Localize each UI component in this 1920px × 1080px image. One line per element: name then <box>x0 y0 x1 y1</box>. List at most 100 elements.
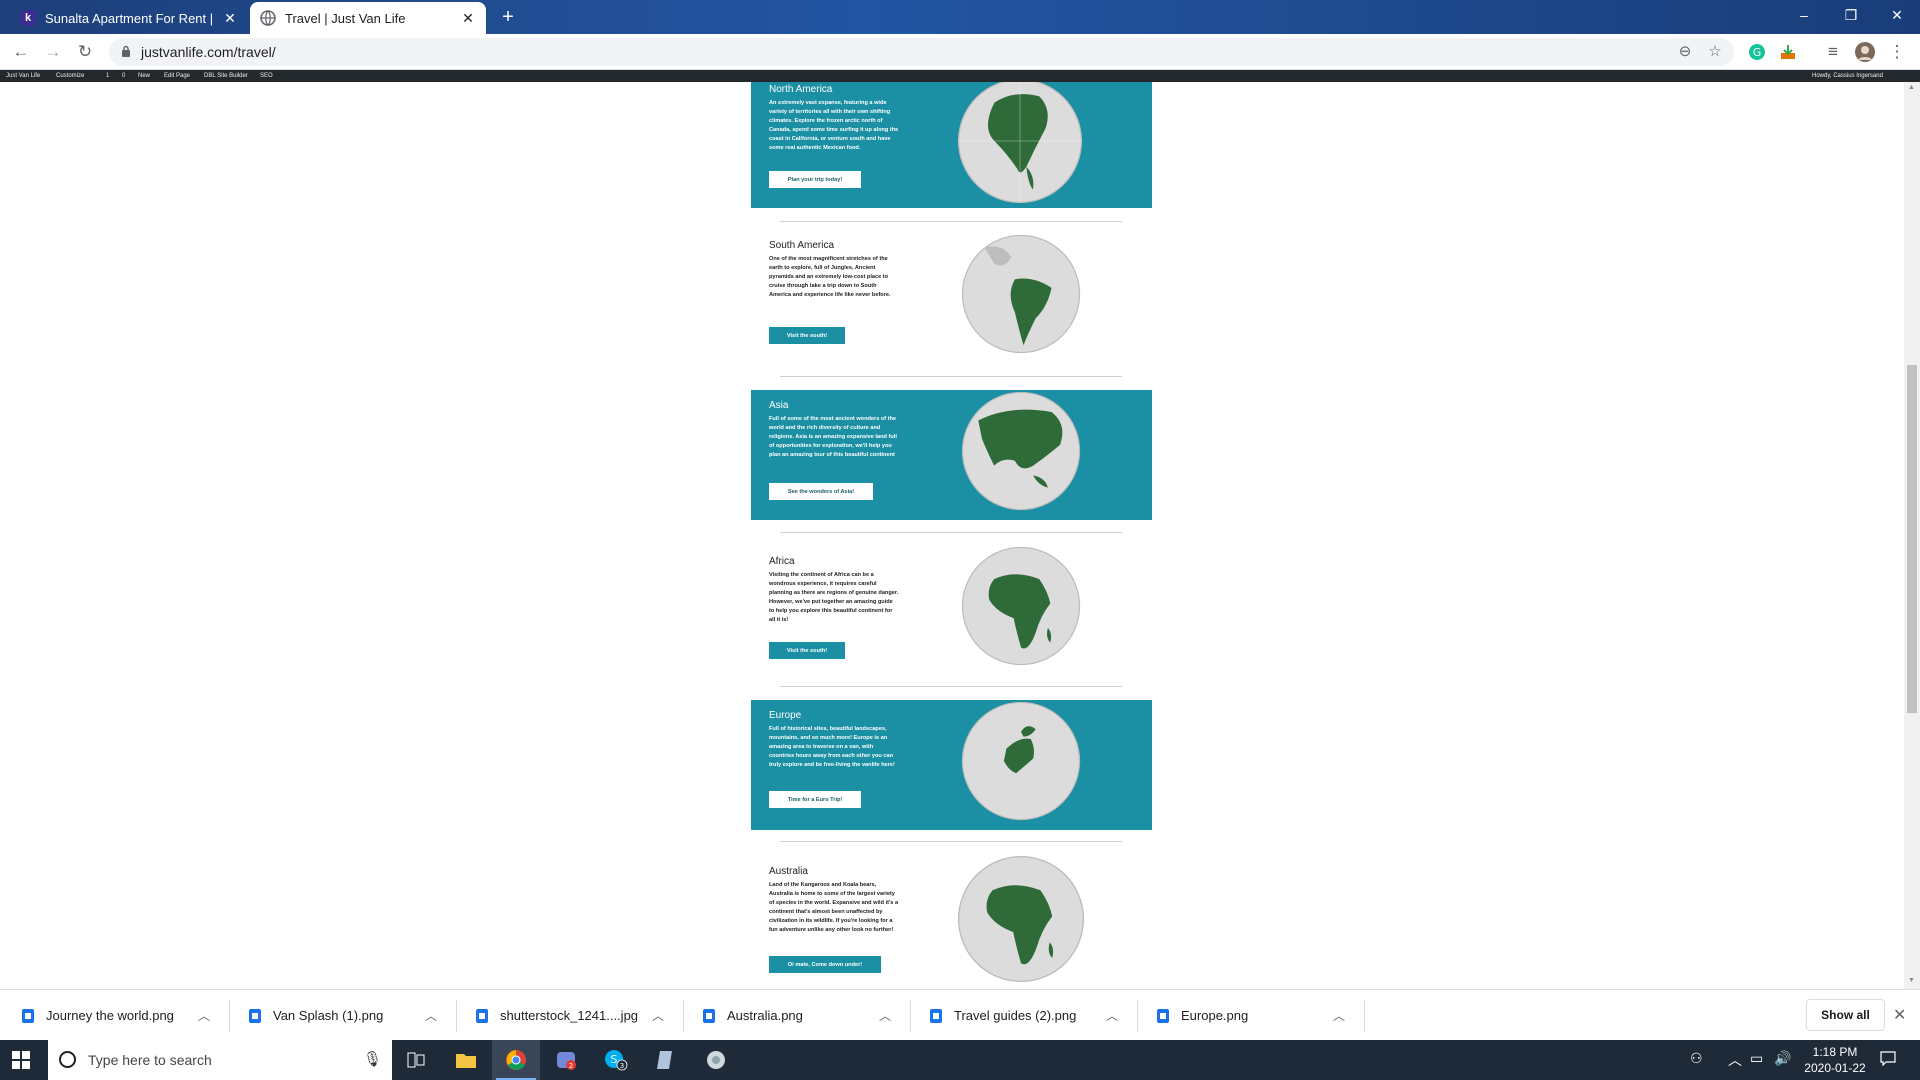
section-title: Europe <box>769 710 802 721</box>
section-asia: Asia Full of some of the most ancient wo… <box>751 390 1152 520</box>
cta-button[interactable]: Time for a Euro Trip! <box>769 791 861 808</box>
section-north-america: North America An extremely vast expanse,… <box>751 82 1152 208</box>
section-divider <box>780 686 1122 687</box>
section-divider <box>780 841 1122 842</box>
cta-button[interactable]: Visit the south! <box>769 327 845 344</box>
download-item[interactable]: Van Splash (1).png ︿ <box>227 990 437 1041</box>
cortana-icon <box>59 1051 76 1068</box>
section-africa: Africa Visiting the continent of Africa … <box>751 542 1152 672</box>
cta-button[interactable]: Plan your trip today! <box>769 171 861 188</box>
download-filename: Australia.png <box>727 1008 803 1023</box>
notification-center-icon[interactable] <box>1880 1050 1896 1069</box>
lock-icon <box>122 45 130 57</box>
taskbar-clock[interactable]: 1:18 PM 2020-01-22 <box>1796 1044 1874 1076</box>
clock-time: 1:18 PM <box>1812 1045 1858 1059</box>
download-item[interactable]: Journey the world.png ︿ <box>0 990 210 1041</box>
chevron-up-icon[interactable]: ︿ <box>1106 1007 1118 1024</box>
section-title: Australia <box>769 866 808 877</box>
chevron-up-icon[interactable]: ︿ <box>1728 1050 1742 1070</box>
people-icon[interactable]: ⚇ <box>1690 1050 1703 1067</box>
south-america-globe-image <box>961 234 1081 354</box>
europe-globe-image <box>961 701 1081 821</box>
section-divider <box>780 221 1122 222</box>
address-bar[interactable]: justvanlife.com/travel/ ⊖ ☆ <box>109 38 1734 66</box>
globe-icon <box>260 10 276 26</box>
cta-button[interactable]: Visit the south! <box>769 642 845 659</box>
windows-start-icon[interactable] <box>12 1051 30 1069</box>
downloads-separator <box>1364 1000 1365 1032</box>
forward-arrow-icon[interactable]: → <box>40 39 66 65</box>
section-europe: Europe Full of historical sites, beautif… <box>751 700 1152 830</box>
close-icon[interactable]: ✕ <box>1893 1005 1906 1025</box>
network-icon[interactable]: ▭ <box>1750 1050 1763 1067</box>
wp-bar-item[interactable]: SEO <box>260 73 273 79</box>
scroll-up-icon[interactable]: ▲ <box>1908 84 1915 91</box>
windows-taskbar: Type here to search 🎙 2 S3 ⚇ ︿ ▭ 🔊 1:18 … <box>0 1040 1920 1080</box>
volume-icon[interactable]: 🔊 <box>1774 1050 1791 1067</box>
file-explorer-icon[interactable] <box>442 1040 490 1080</box>
tab-sunalta[interactable]: k Sunalta Apartment For Rent | 19… ✕ <box>10 2 248 34</box>
close-icon[interactable]: ✕ <box>460 10 476 27</box>
download-item[interactable]: Travel guides (2).png ︿ <box>908 990 1118 1041</box>
download-filename: Van Splash (1).png <box>273 1008 384 1023</box>
menu-kebab-icon[interactable]: ⋮ <box>1884 39 1910 65</box>
show-all-downloads-button[interactable]: Show all <box>1806 999 1885 1031</box>
microphone-icon[interactable]: 🎙 <box>363 1050 382 1068</box>
tab-travel[interactable]: Travel | Just Van Life ✕ <box>250 2 486 34</box>
section-title: North America <box>769 84 833 95</box>
page-scrollbar[interactable]: ▲ ▼ <box>1904 82 1920 989</box>
restore-button[interactable]: ❐ <box>1828 0 1874 30</box>
app-pinned-icon[interactable] <box>692 1040 740 1080</box>
taskbar-search-box[interactable]: Type here to search 🎙 <box>48 1040 392 1080</box>
notes-app-icon[interactable] <box>642 1040 690 1080</box>
chevron-up-icon[interactable]: ︿ <box>425 1007 437 1024</box>
wp-bar-item[interactable]: Customize <box>56 73 84 79</box>
minimize-button[interactable]: – <box>1781 0 1827 30</box>
bookmark-star-icon[interactable]: ☆ <box>1705 42 1725 62</box>
page-content: North America An extremely vast expanse,… <box>0 82 1904 989</box>
download-filename: Travel guides (2).png <box>954 1008 1077 1023</box>
clock-date: 2020-01-22 <box>1804 1061 1866 1075</box>
chrome-icon[interactable] <box>492 1040 540 1080</box>
section-australia: Australia Land of the Kangaroos and Koal… <box>751 850 1152 989</box>
new-tab-button[interactable]: + <box>495 6 521 30</box>
taskbar-search-placeholder: Type here to search <box>88 1052 212 1068</box>
close-icon[interactable]: ✕ <box>222 10 238 27</box>
back-arrow-icon[interactable]: ← <box>8 39 34 65</box>
cta-button[interactable]: See the wonders of Asia! <box>769 483 873 500</box>
download-item[interactable]: shutterstock_1241....jpg ︿ <box>454 990 664 1041</box>
section-title: South America <box>769 240 835 251</box>
cta-button[interactable]: Oi mate, Come down under! <box>769 956 881 973</box>
wp-bar-greeting[interactable]: Howdy, Cassius Ingersand <box>1812 73 1883 79</box>
downloads-bar: Journey the world.png ︿ Van Splash (1).p… <box>0 989 1920 1040</box>
scrollbar-thumb[interactable] <box>1907 365 1917 713</box>
skype-icon[interactable]: S3 <box>592 1040 640 1080</box>
wp-bar-item[interactable]: 1 <box>106 73 109 79</box>
wp-bar-item[interactable]: 0 <box>122 73 125 79</box>
zoom-icon[interactable]: ⊖ <box>1675 42 1695 62</box>
chevron-up-icon[interactable]: ︿ <box>879 1007 891 1024</box>
north-america-globe-image <box>957 82 1083 204</box>
wp-bar-item[interactable]: New <box>138 73 150 79</box>
profile-avatar[interactable] <box>1852 39 1878 65</box>
media-queue-icon[interactable]: ≡ <box>1820 39 1846 65</box>
download-item[interactable]: Australia.png ︿ <box>681 990 891 1041</box>
grammarly-icon[interactable]: G <box>1744 39 1770 65</box>
image-file-icon <box>22 1008 34 1023</box>
close-window-button[interactable]: ✕ <box>1874 0 1920 30</box>
chevron-up-icon[interactable]: ︿ <box>652 1007 664 1024</box>
section-description: Full of some of the most ancient wonders… <box>769 416 897 458</box>
svg-text:S: S <box>611 1053 618 1066</box>
reload-icon[interactable]: ↻ <box>72 39 98 65</box>
download-item[interactable]: Europe.png ︿ <box>1135 990 1345 1041</box>
task-view-icon[interactable] <box>392 1040 440 1080</box>
chevron-up-icon[interactable]: ︿ <box>1333 1007 1345 1024</box>
chevron-up-icon[interactable]: ︿ <box>198 1007 210 1024</box>
wp-admin-bar: Just Van Life Customize 1 0 New Edit Pag… <box>0 70 1920 82</box>
wp-bar-item[interactable]: Just Van Life <box>6 73 40 79</box>
wp-bar-item[interactable]: DBL Site Builder <box>204 73 248 79</box>
wp-bar-item[interactable]: Edit Page <box>164 73 190 79</box>
scroll-down-icon[interactable]: ▼ <box>1908 977 1915 984</box>
discord-icon[interactable]: 2 <box>542 1040 590 1080</box>
extension-download-icon[interactable] <box>1775 39 1801 65</box>
